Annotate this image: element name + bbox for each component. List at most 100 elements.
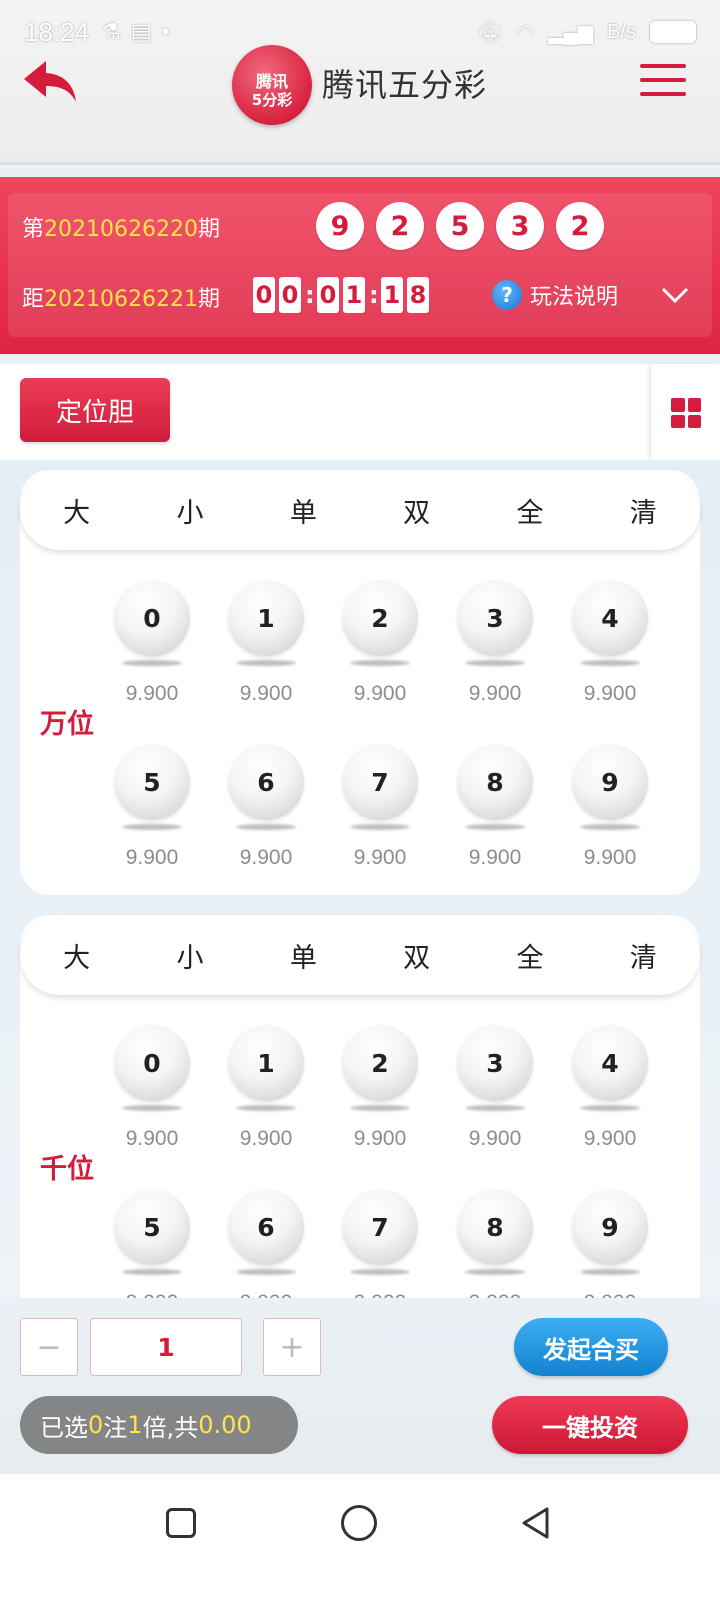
number-ball-cell: 9 9.900 [565,744,655,870]
ball-shadow [465,1105,525,1111]
number-ball[interactable]: 5 [114,744,190,820]
quick-all[interactable]: 全 [473,491,586,530]
draw-banner: 第20210626220期 9 2 5 3 2 距20210626221期 0 … [0,177,720,354]
nav-back-icon[interactable] [520,1506,552,1540]
odds-value: 9.900 [583,682,637,705]
odds-value: 9.900 [125,1127,179,1150]
countdown-digit: 1 [343,277,365,313]
number-ball-cell: 79.900 [335,1189,425,1315]
home-icon[interactable] [341,1505,377,1541]
number-ball[interactable]: 2 [342,580,418,656]
ball-shadow [465,660,525,666]
next-period: 20210626221 [44,287,198,312]
odds-value: 9.900 [468,682,522,705]
ball-shadow [580,824,640,830]
network-speed: B/s [607,20,636,43]
back-arrow-icon [24,61,76,102]
battery-icon [650,21,696,43]
number-ball[interactable]: 6 [228,1189,304,1265]
number-ball[interactable]: 5 [114,1189,190,1265]
number-ball[interactable]: 3 [457,580,533,656]
selected-count: 0 [88,1411,104,1439]
quick-small[interactable]: 小 [133,491,246,530]
ball-shadow [236,824,296,830]
current-period: 20210626220 [44,217,198,242]
number-ball[interactable]: 8 [457,1189,533,1265]
draw-ball: 2 [556,202,604,250]
summary-prefix: 已选 [40,1413,88,1442]
odds-value: 9.900 [353,846,407,869]
draw-ball: 9 [316,202,364,250]
odds-value: 9.900 [353,682,407,705]
number-ball[interactable]: 9 [572,744,648,820]
ball-shadow [350,1269,410,1275]
ball-shadow [122,660,182,666]
quick-odd[interactable]: 单 [247,936,360,975]
countdown-digit: 0 [279,277,301,313]
current-period-row: 第20210626220期 [22,211,220,243]
question-icon: ? [492,280,522,310]
expand-button[interactable] [660,283,690,307]
ball-shadow [580,1269,640,1275]
number-ball[interactable]: 3 [457,1025,533,1101]
logo-text-2: 5分彩 [251,91,293,109]
next-period-row: 距20210626221期 [22,281,220,313]
number-ball[interactable]: 6 [228,744,304,820]
group-buy-button[interactable]: 发起合买 [514,1318,668,1376]
grid-menu-button[interactable] [650,364,720,460]
selection-area: 大 小 单 双 全 清 万位 0 9.900 1 9.900 2 9.900 3 9.900 4… [0,460,720,1320]
chevron-down-icon [661,287,689,304]
place-bet-button[interactable]: 一键投资 [492,1396,688,1454]
number-ball[interactable]: 1 [228,1025,304,1101]
ball-shadow [236,1269,296,1275]
wifi-icon: ◠ [516,21,535,44]
grid-icon [671,398,701,428]
mute-icon: 🔕︎ [477,21,503,44]
number-ball[interactable]: 9 [572,1189,648,1265]
notification-dot-icon: • [161,19,170,44]
quick-small[interactable]: 小 [133,936,246,975]
recent-apps-icon[interactable] [166,1508,196,1538]
number-ball[interactable]: 4 [572,580,648,656]
ball-shadow [350,824,410,830]
quick-even[interactable]: 双 [360,936,473,975]
mode-button[interactable]: 定位胆 [20,378,170,442]
number-ball[interactable]: 4 [572,1025,648,1101]
number-ball[interactable]: 8 [457,744,533,820]
quick-select-bar: 大 小 单 双 全 清 [20,915,700,995]
count-suffix: 注 [103,1413,128,1442]
quick-clear[interactable]: 清 [587,491,700,530]
number-ball[interactable]: 7 [342,744,418,820]
number-ball[interactable]: 2 [342,1025,418,1101]
quick-odd[interactable]: 单 [247,491,360,530]
number-ball-cell: 3 9.900 [450,1025,540,1151]
quick-even[interactable]: 双 [360,491,473,530]
help-label: 玩法说明 [530,285,619,310]
quick-big[interactable]: 大 [20,491,133,530]
number-ball[interactable]: 1 [228,580,304,656]
number-ball[interactable]: 0 [114,580,190,656]
decrease-button[interactable]: − [20,1318,78,1376]
number-ball-cell: 4 9.900 [565,1025,655,1151]
ball-shadow [350,660,410,666]
back-button[interactable] [20,55,80,110]
number-ball-cell: 1 9.900 [221,1025,311,1151]
quick-clear[interactable]: 清 [587,936,700,975]
odds-value: 9.900 [583,1127,637,1150]
countdown-colon: : [305,281,315,309]
help-link[interactable]: ? 玩法说明 [492,279,618,311]
status-bar: 18:24 ⚗ ▤ • 🔕︎ ◠ ▂▄▆ B/s [24,14,696,50]
ball-shadow [350,1105,410,1111]
page-title: 腾讯五分彩 [322,66,488,104]
ball-shadow [236,1105,296,1111]
quick-big[interactable]: 大 [20,936,133,975]
number-ball[interactable]: 7 [342,1189,418,1265]
number-ball[interactable]: 0 [114,1025,190,1101]
quick-all[interactable]: 全 [473,936,586,975]
increase-button[interactable]: + [263,1318,321,1376]
next-suffix: 期 [197,287,220,312]
menu-button[interactable] [640,64,686,100]
odds-value: 9.900 [353,1127,407,1150]
flask-icon: ⚗ [101,19,121,44]
multiplier-input[interactable]: 1 [90,1318,242,1376]
